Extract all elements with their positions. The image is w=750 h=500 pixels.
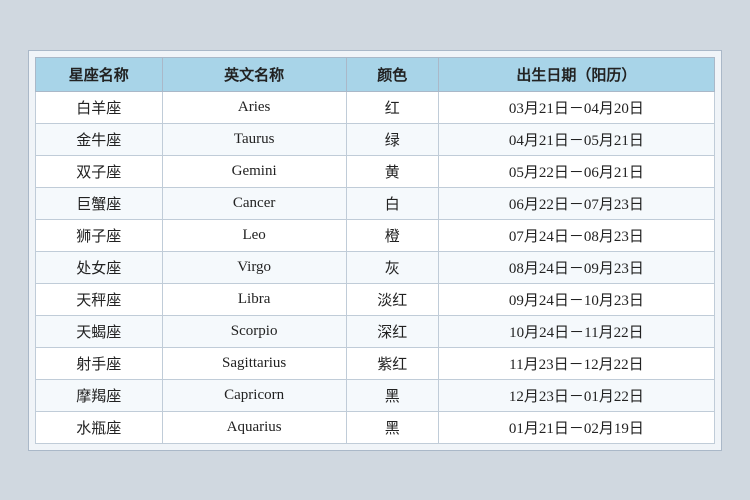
table-row: 摩羯座Capricorn黑12月23日－01月22日 xyxy=(36,379,715,411)
cell-cn: 金牛座 xyxy=(36,123,163,155)
cell-en: Libra xyxy=(162,283,346,315)
cell-en: Aquarius xyxy=(162,411,346,443)
cell-en: Taurus xyxy=(162,123,346,155)
cell-cn: 狮子座 xyxy=(36,219,163,251)
table-row: 射手座Sagittarius紫红11月23日－12月22日 xyxy=(36,347,715,379)
cell-date: 08月24日－09月23日 xyxy=(438,251,714,283)
cell-date: 11月23日－12月22日 xyxy=(438,347,714,379)
header-color: 颜色 xyxy=(346,57,438,91)
table-row: 白羊座Aries红03月21日－04月20日 xyxy=(36,91,715,123)
cell-color: 红 xyxy=(346,91,438,123)
table-row: 金牛座Taurus绿04月21日－05月21日 xyxy=(36,123,715,155)
table-row: 水瓶座Aquarius黑01月21日－02月19日 xyxy=(36,411,715,443)
cell-color: 深红 xyxy=(346,315,438,347)
cell-en: Cancer xyxy=(162,187,346,219)
table-row: 巨蟹座Cancer白06月22日－07月23日 xyxy=(36,187,715,219)
cell-cn: 双子座 xyxy=(36,155,163,187)
cell-color: 紫红 xyxy=(346,347,438,379)
cell-cn: 天蝎座 xyxy=(36,315,163,347)
header-en: 英文名称 xyxy=(162,57,346,91)
cell-cn: 巨蟹座 xyxy=(36,187,163,219)
main-container: 星座名称 英文名称 颜色 出生日期（阳历） 白羊座Aries红03月21日－04… xyxy=(28,50,722,451)
cell-en: Capricorn xyxy=(162,379,346,411)
zodiac-table: 星座名称 英文名称 颜色 出生日期（阳历） 白羊座Aries红03月21日－04… xyxy=(35,57,715,444)
cell-date: 05月22日－06月21日 xyxy=(438,155,714,187)
cell-color: 淡红 xyxy=(346,283,438,315)
cell-date: 01月21日－02月19日 xyxy=(438,411,714,443)
cell-date: 03月21日－04月20日 xyxy=(438,91,714,123)
cell-color: 灰 xyxy=(346,251,438,283)
cell-date: 07月24日－08月23日 xyxy=(438,219,714,251)
table-row: 天秤座Libra淡红09月24日－10月23日 xyxy=(36,283,715,315)
cell-en: Leo xyxy=(162,219,346,251)
table-row: 狮子座Leo橙07月24日－08月23日 xyxy=(36,219,715,251)
header-date: 出生日期（阳历） xyxy=(438,57,714,91)
table-row: 双子座Gemini黄05月22日－06月21日 xyxy=(36,155,715,187)
header-cn: 星座名称 xyxy=(36,57,163,91)
table-row: 处女座Virgo灰08月24日－09月23日 xyxy=(36,251,715,283)
cell-en: Aries xyxy=(162,91,346,123)
cell-en: Gemini xyxy=(162,155,346,187)
cell-cn: 白羊座 xyxy=(36,91,163,123)
cell-en: Scorpio xyxy=(162,315,346,347)
cell-cn: 处女座 xyxy=(36,251,163,283)
cell-color: 橙 xyxy=(346,219,438,251)
cell-en: Virgo xyxy=(162,251,346,283)
cell-cn: 射手座 xyxy=(36,347,163,379)
cell-date: 10月24日－11月22日 xyxy=(438,315,714,347)
cell-color: 黑 xyxy=(346,411,438,443)
cell-cn: 水瓶座 xyxy=(36,411,163,443)
cell-en: Sagittarius xyxy=(162,347,346,379)
cell-date: 09月24日－10月23日 xyxy=(438,283,714,315)
cell-date: 06月22日－07月23日 xyxy=(438,187,714,219)
cell-cn: 天秤座 xyxy=(36,283,163,315)
cell-color: 黄 xyxy=(346,155,438,187)
table-header-row: 星座名称 英文名称 颜色 出生日期（阳历） xyxy=(36,57,715,91)
cell-color: 白 xyxy=(346,187,438,219)
cell-date: 04月21日－05月21日 xyxy=(438,123,714,155)
cell-color: 黑 xyxy=(346,379,438,411)
cell-date: 12月23日－01月22日 xyxy=(438,379,714,411)
cell-cn: 摩羯座 xyxy=(36,379,163,411)
cell-color: 绿 xyxy=(346,123,438,155)
table-row: 天蝎座Scorpio深红10月24日－11月22日 xyxy=(36,315,715,347)
